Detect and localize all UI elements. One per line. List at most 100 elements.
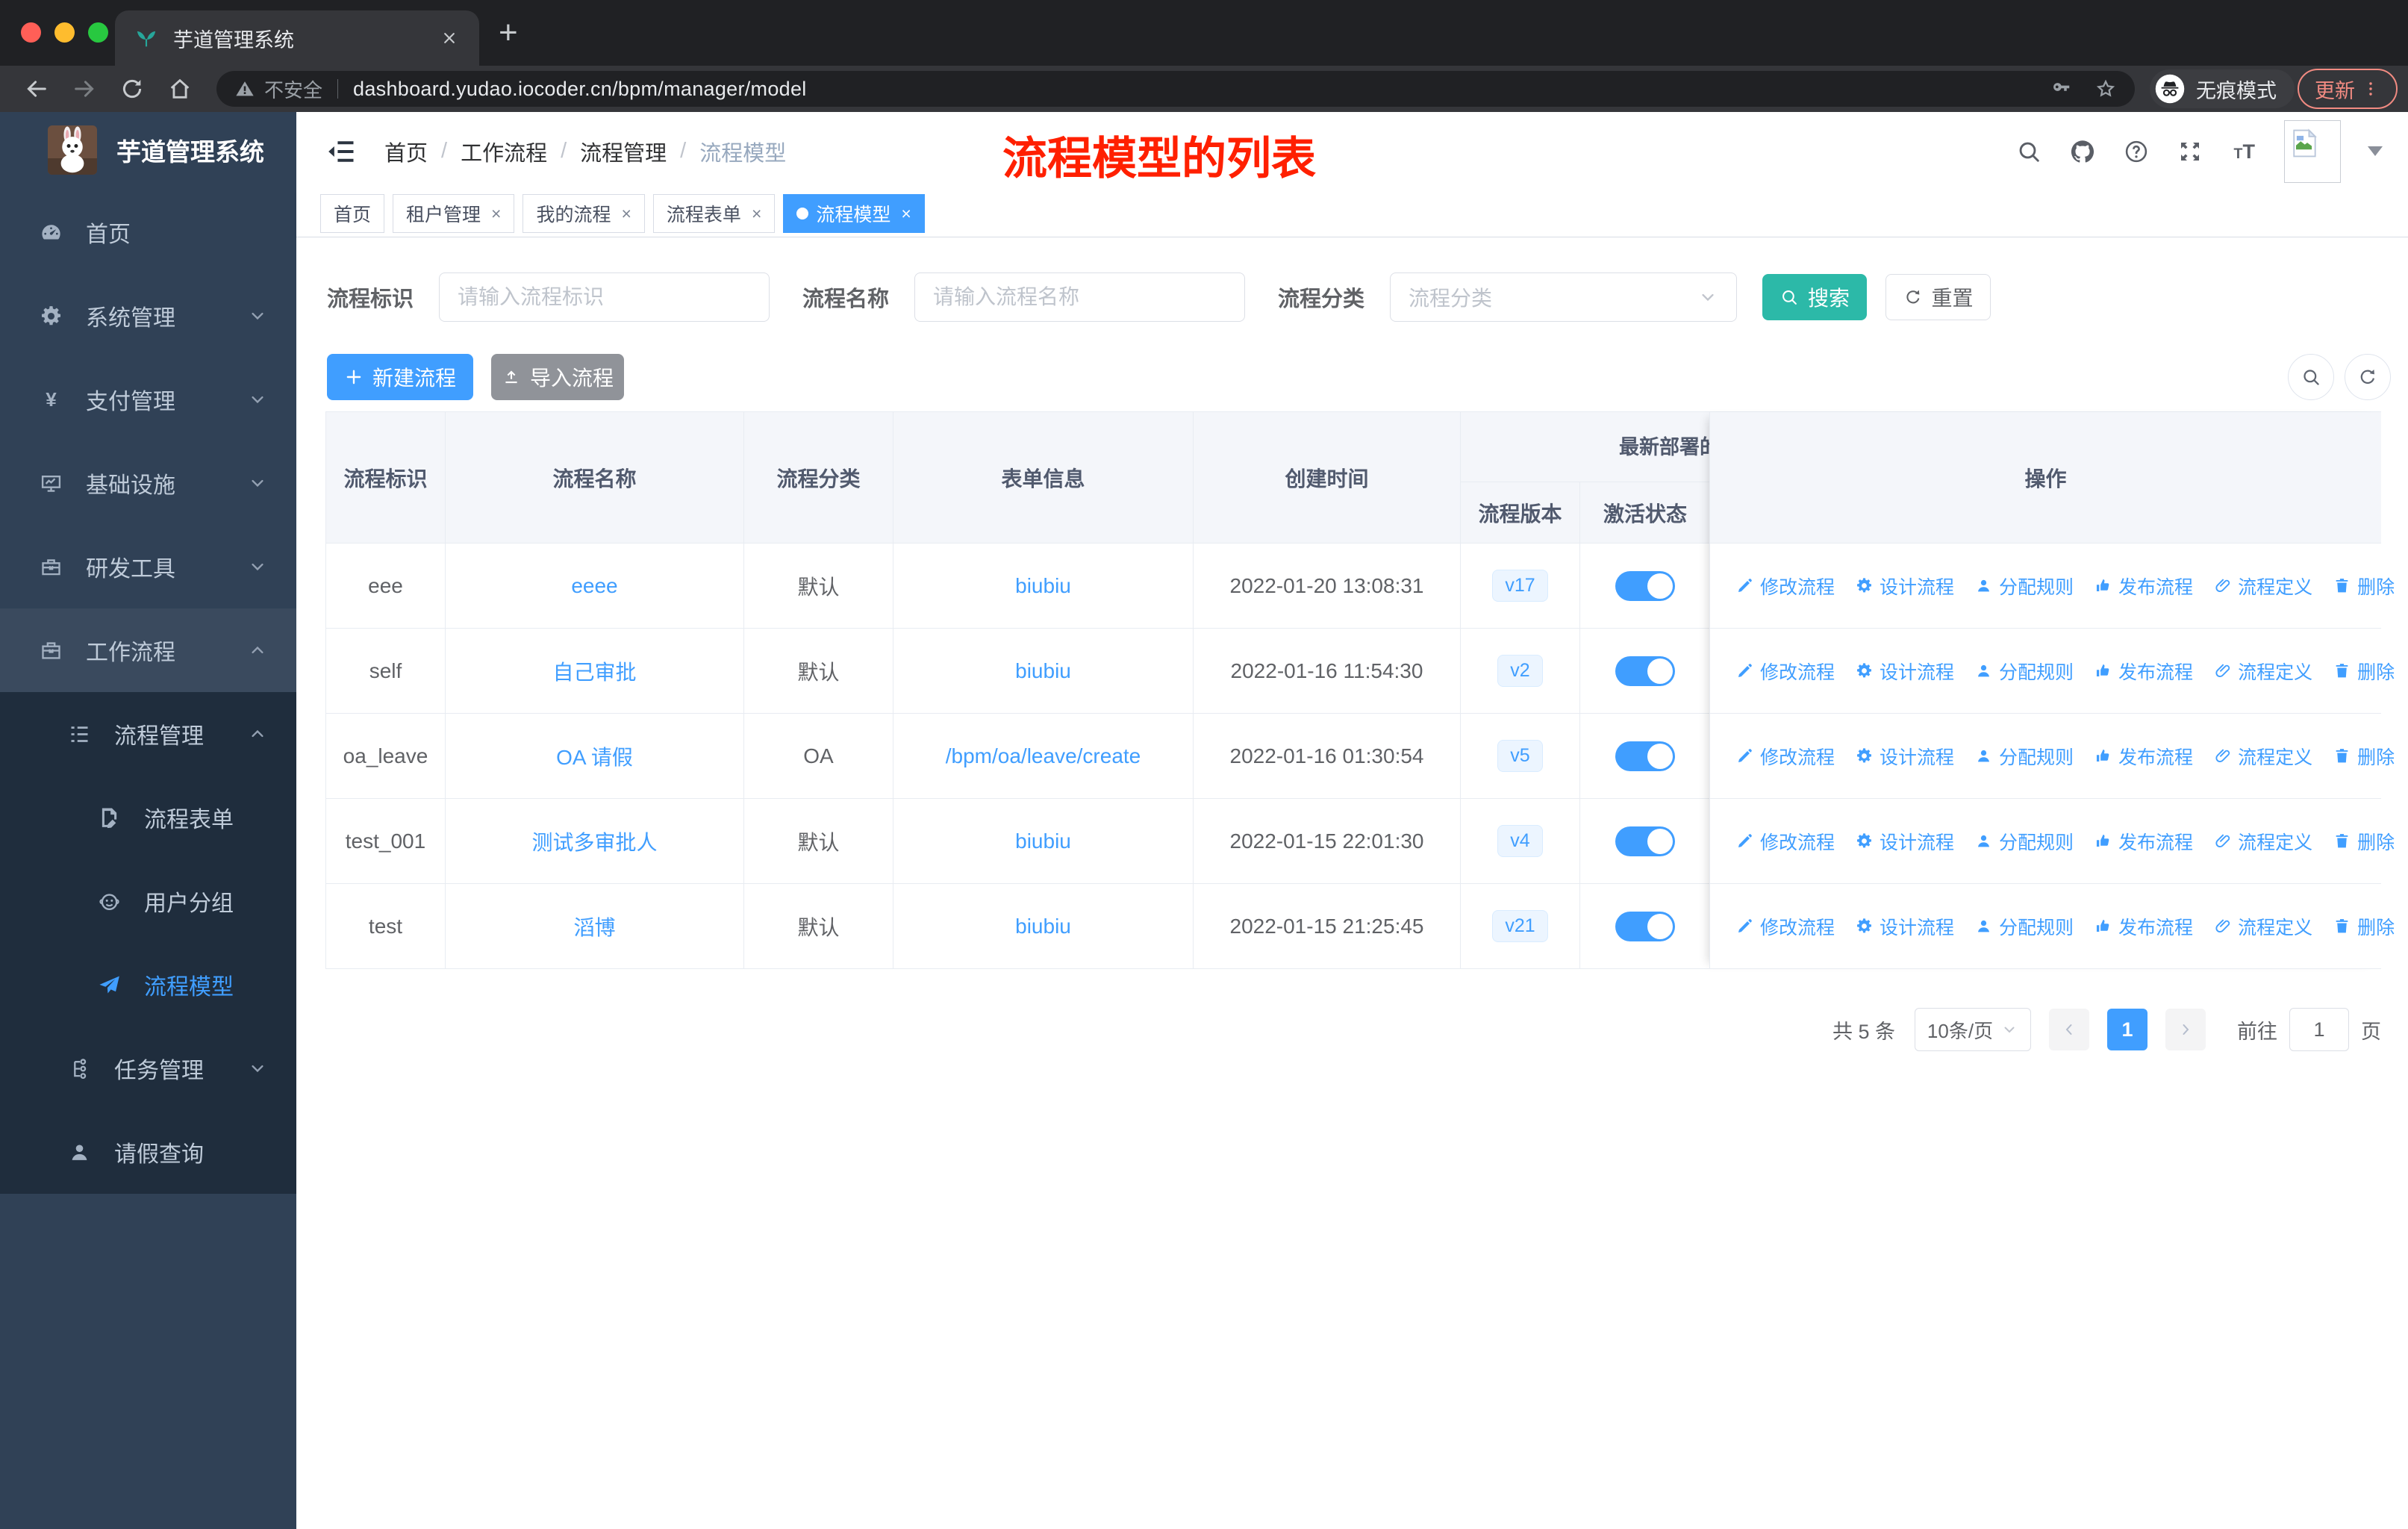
process-name-link[interactable]: 滔博 <box>573 912 615 941</box>
show-search-button[interactable] <box>2288 354 2334 400</box>
page-size-select[interactable]: 10条/页 <box>1915 1008 2031 1051</box>
version-badge[interactable]: v2 <box>1497 655 1543 687</box>
search-button[interactable]: 搜索 <box>1762 274 1868 320</box>
version-badge[interactable]: v5 <box>1497 740 1543 772</box>
sidebar-item-工作流程[interactable]: 工作流程 <box>0 608 296 692</box>
sidebar-item-支付管理[interactable]: ¥ 支付管理 <box>0 358 296 441</box>
tag-我的流程[interactable]: 我的流程 × <box>523 194 645 233</box>
process-name-link[interactable]: OA 请假 <box>556 741 633 771</box>
sidebar-item-研发工具[interactable]: 研发工具 <box>0 525 296 608</box>
help-icon[interactable] <box>2123 138 2150 165</box>
process-name-link[interactable]: 自己审批 <box>552 656 636 686</box>
action-修改流程[interactable]: 修改流程 <box>1735 658 1835 685</box>
tag-流程模型[interactable]: 流程模型 × <box>783 194 925 233</box>
next-page-button[interactable] <box>2165 1009 2206 1050</box>
browser-menu-dots-icon[interactable] <box>2361 79 2380 99</box>
form-info-link[interactable]: biubiu <box>1015 574 1071 598</box>
browser-update-button[interactable]: 更新 <box>2298 69 2398 109</box>
font-size-icon[interactable]: TT <box>2230 138 2257 165</box>
form-info-link[interactable]: /bpm/oa/leave/create <box>946 744 1141 768</box>
version-badge[interactable]: v4 <box>1497 825 1543 857</box>
action-删除[interactable]: 删除 <box>2333 913 2395 940</box>
active-toggle[interactable] <box>1615 570 1675 601</box>
action-流程定义[interactable]: 流程定义 <box>2213 658 2312 685</box>
sidebar-item-流程管理[interactable]: 流程管理 <box>0 692 296 776</box>
tag-租户管理[interactable]: 租户管理 × <box>393 194 515 233</box>
action-修改流程[interactable]: 修改流程 <box>1735 743 1835 770</box>
process-name-link[interactable]: 测试多审批人 <box>531 826 657 856</box>
form-info-link[interactable]: biubiu <box>1015 915 1071 938</box>
back-icon[interactable] <box>24 76 49 102</box>
form-info-link[interactable]: biubiu <box>1015 659 1071 683</box>
password-key-icon[interactable] <box>2050 78 2072 100</box>
action-修改流程[interactable]: 修改流程 <box>1735 828 1835 855</box>
close-window-button[interactable] <box>21 22 41 43</box>
breadcrumb-item[interactable]: 工作流程 <box>461 136 547 167</box>
goto-page-input[interactable] <box>2289 1008 2349 1051</box>
action-流程定义[interactable]: 流程定义 <box>2213 913 2312 940</box>
active-toggle[interactable] <box>1615 655 1675 686</box>
version-badge[interactable]: v17 <box>1492 570 1548 602</box>
action-设计流程[interactable]: 设计流程 <box>1855 913 1954 940</box>
sidebar-item-基础设施[interactable]: 基础设施 <box>0 441 296 525</box>
action-发布流程[interactable]: 发布流程 <box>2094 743 2193 770</box>
tag-close-icon[interactable]: × <box>491 204 501 224</box>
new-tab-button[interactable]: + <box>499 16 518 49</box>
filter-name-input[interactable] <box>914 273 1246 322</box>
sidebar-item-请假查询[interactable]: 请假查询 <box>0 1110 296 1194</box>
prev-page-button[interactable] <box>2049 1009 2089 1050</box>
action-分配规则[interactable]: 分配规则 <box>1974 913 2074 940</box>
action-设计流程[interactable]: 设计流程 <box>1855 828 1954 855</box>
action-修改流程[interactable]: 修改流程 <box>1735 573 1835 600</box>
create-process-button[interactable]: 新建流程 <box>327 354 473 400</box>
action-发布流程[interactable]: 发布流程 <box>2094 828 2193 855</box>
active-toggle[interactable] <box>1615 911 1675 941</box>
sidebar-item-系统管理[interactable]: 系统管理 <box>0 274 296 358</box>
action-设计流程[interactable]: 设计流程 <box>1855 573 1954 600</box>
search-icon[interactable] <box>2015 138 2042 165</box>
action-设计流程[interactable]: 设计流程 <box>1855 743 1954 770</box>
form-info-link[interactable]: biubiu <box>1015 829 1071 853</box>
breadcrumb-item[interactable]: 流程管理 <box>580 136 667 167</box>
process-name-link[interactable]: eeee <box>571 574 617 598</box>
action-发布流程[interactable]: 发布流程 <box>2094 658 2193 685</box>
version-badge[interactable]: v21 <box>1492 910 1548 942</box>
sidebar-item-用户分组[interactable]: 用户分组 <box>0 859 296 943</box>
tab-close-icon[interactable] <box>439 28 460 49</box>
reload-icon[interactable] <box>119 76 145 102</box>
tag-首页[interactable]: 首页 <box>320 194 385 233</box>
bookmark-star-icon[interactable] <box>2094 78 2117 100</box>
action-分配规则[interactable]: 分配规则 <box>1974 573 2074 600</box>
forward-icon[interactable] <box>72 76 97 102</box>
maximize-window-button[interactable] <box>88 22 108 43</box>
action-流程定义[interactable]: 流程定义 <box>2213 573 2312 600</box>
action-删除[interactable]: 删除 <box>2333 828 2395 855</box>
filter-category-select[interactable]: 流程分类 <box>1390 273 1738 322</box>
fullscreen-icon[interactable] <box>2177 138 2203 165</box>
sidebar-item-首页[interactable]: 首页 <box>0 190 296 274</box>
action-流程定义[interactable]: 流程定义 <box>2213 743 2312 770</box>
url-bar[interactable]: 不安全 dashboard.yudao.iocoder.cn/bpm/manag… <box>216 71 2135 107</box>
sidebar-item-流程表单[interactable]: 流程表单 <box>0 776 296 859</box>
action-删除[interactable]: 删除 <box>2333 743 2395 770</box>
tag-流程表单[interactable]: 流程表单 × <box>652 194 776 233</box>
tag-close-icon[interactable]: × <box>621 204 631 224</box>
sidebar-fold-icon[interactable] <box>325 135 358 168</box>
action-删除[interactable]: 删除 <box>2333 573 2395 600</box>
security-warning-icon[interactable] <box>234 78 255 99</box>
action-发布流程[interactable]: 发布流程 <box>2094 573 2193 600</box>
user-avatar[interactable] <box>2284 119 2341 183</box>
window-controls[interactable] <box>21 22 108 43</box>
current-page-button[interactable]: 1 <box>2107 1009 2147 1050</box>
active-toggle[interactable] <box>1615 741 1675 771</box>
action-分配规则[interactable]: 分配规则 <box>1974 743 2074 770</box>
tag-close-icon[interactable]: × <box>901 204 911 224</box>
action-修改流程[interactable]: 修改流程 <box>1735 913 1835 940</box>
breadcrumb-item[interactable]: 首页 <box>384 136 428 167</box>
filter-key-input[interactable] <box>439 273 770 322</box>
action-分配规则[interactable]: 分配规则 <box>1974 828 2074 855</box>
action-删除[interactable]: 删除 <box>2333 658 2395 685</box>
url-text[interactable]: dashboard.yudao.iocoder.cn/bpm/manager/m… <box>353 78 807 101</box>
action-设计流程[interactable]: 设计流程 <box>1855 658 1954 685</box>
tag-close-icon[interactable]: × <box>752 204 761 224</box>
